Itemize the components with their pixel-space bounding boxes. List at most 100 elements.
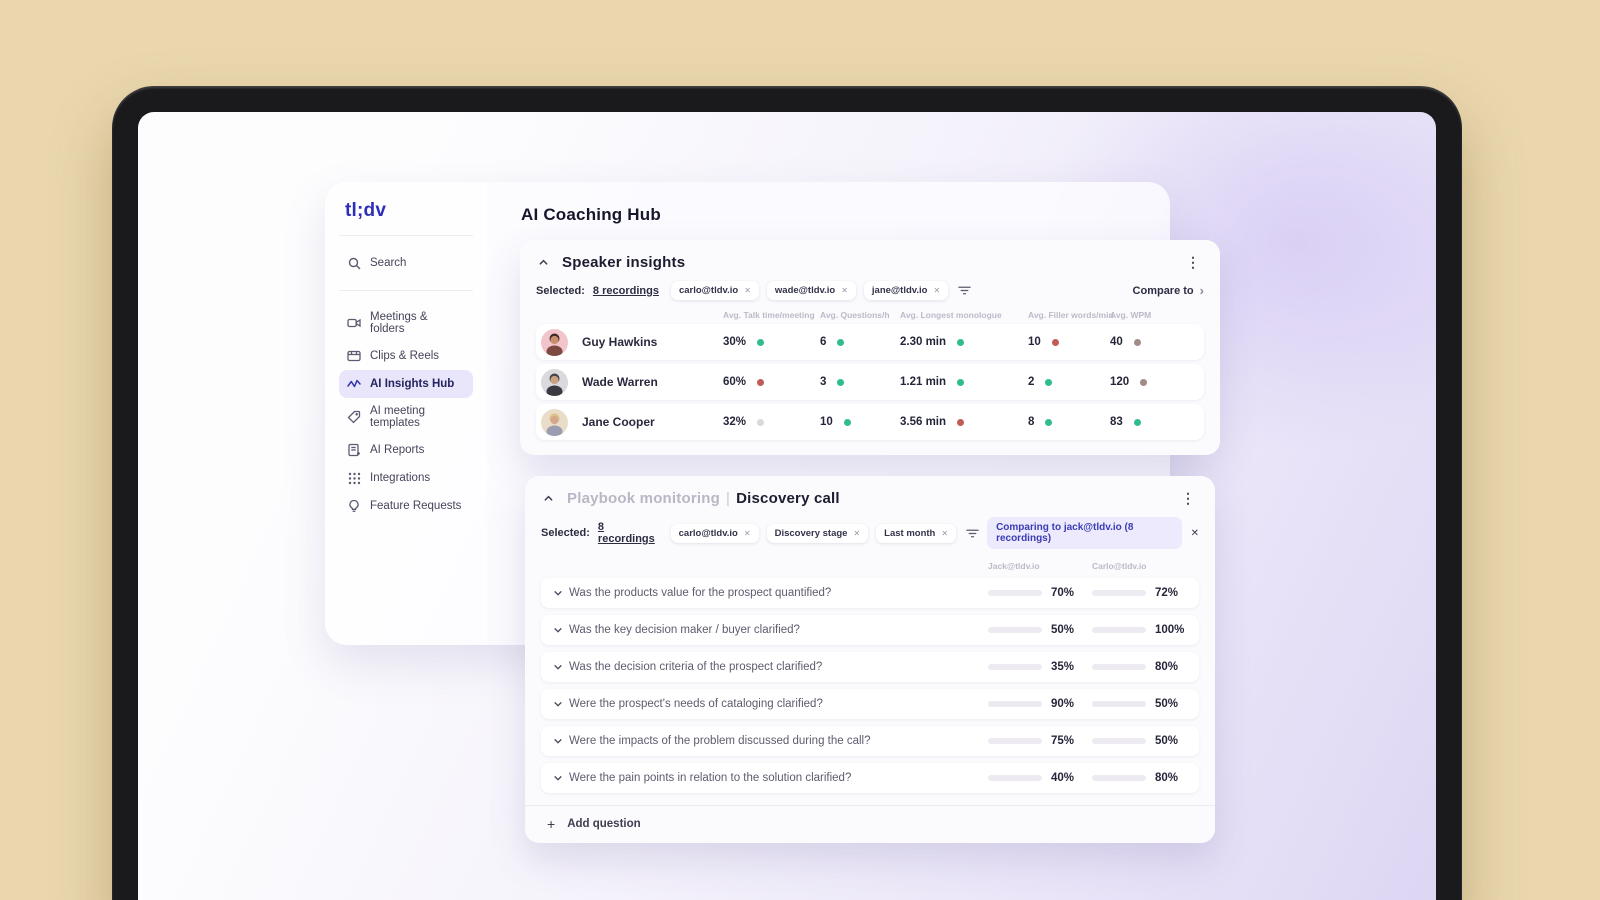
sidebar-item-ai-reports[interactable]: AI Reports [339, 436, 473, 464]
collapse-caret-icon[interactable] [536, 255, 550, 269]
selected-label: Selected: [541, 527, 590, 539]
activity-icon [347, 377, 361, 391]
speaker-name: Jane Cooper [582, 415, 655, 429]
chevron-down-icon[interactable] [541, 699, 567, 709]
chevron-down-icon[interactable] [541, 736, 567, 746]
collapse-caret-icon[interactable] [541, 491, 555, 505]
chip-close-icon[interactable]: ✕ [841, 286, 848, 295]
sidebar-item-ai-insights-hub[interactable]: AI Insights Hub [339, 370, 473, 398]
metric-value: 120 [1110, 376, 1130, 388]
playbook-monitoring-label: Playbook monitoring [567, 489, 720, 507]
progress-value: 80% [1155, 772, 1179, 784]
metric-value: 32% [723, 416, 747, 428]
chip-close-icon[interactable]: ✕ [933, 286, 940, 295]
kebab-menu-icon[interactable]: ⋮ [1182, 253, 1204, 271]
chip-label: wade@tldv.io [774, 285, 836, 296]
search-button[interactable]: Search [339, 249, 473, 277]
playbook-title: Discovery call [736, 489, 840, 507]
playbook-question-row[interactable]: Were the prospect's needs of cataloging … [541, 689, 1199, 719]
progress-bar [988, 701, 1042, 707]
playbook-filter-chip[interactable]: Last month ✕ [876, 523, 957, 543]
chevron-down-icon[interactable] [541, 662, 567, 672]
sidebar-nav: Meetings & folders Clips & Reels AI Insigh… [339, 304, 473, 520]
chevron-down-icon[interactable] [541, 588, 567, 598]
progress-bar [1092, 738, 1146, 744]
chip-label: jane@tldv.io [871, 285, 928, 296]
metric-value: 83 [1110, 416, 1123, 428]
sidebar-item-ai-meeting-templates[interactable]: AI meeting templates [339, 398, 473, 436]
compare-to-button[interactable]: Compare to › [1133, 283, 1204, 298]
speaker-row[interactable]: Guy Hawkins 30% 6 2.30 min 10 40 [536, 324, 1204, 360]
chip-label: carlo@tldv.io [678, 285, 739, 296]
playbook-question-row[interactable]: Was the key decision maker / buyer clari… [541, 615, 1199, 645]
report-icon [347, 443, 361, 457]
sidebar-item-label: AI Insights Hub [370, 378, 455, 390]
question-text: Were the prospect's needs of cataloging … [569, 698, 823, 710]
status-dot [1133, 338, 1141, 346]
playbook-question-rows: Was the products value for the prospect … [541, 578, 1199, 793]
sidebar-item-clips-reels[interactable]: Clips & Reels [339, 342, 473, 370]
selected-recordings-link[interactable]: 8 recordings [598, 521, 659, 545]
chip-label: Last month [884, 527, 936, 539]
metric-value: 60% [723, 376, 747, 388]
speaker-insights-card: Speaker insights ⋮ Selected: 8 recording… [520, 240, 1220, 455]
video-camera-icon [347, 316, 361, 330]
progress-value: 75% [1051, 735, 1075, 747]
chip-close-icon[interactable]: ✕ [744, 529, 751, 538]
chevron-down-icon[interactable] [541, 773, 567, 783]
playbook-filter-chip[interactable]: carlo@tldv.io ✕ [670, 523, 759, 543]
chip-close-icon[interactable]: ✕ [853, 529, 860, 538]
chevron-down-icon[interactable] [541, 625, 567, 635]
speaker-name: Wade Warren [582, 375, 658, 389]
playbook-filter-chip[interactable]: Discovery stage ✕ [766, 523, 869, 543]
speaker-column-headers: Avg. Talk time/meeting Avg. Questions/h Av… [536, 310, 1204, 320]
avatar [541, 408, 568, 436]
speaker-row[interactable]: Wade Warren 60% 3 1.21 min 2 120 [536, 364, 1204, 400]
sidebar-item-label: Meetings & folders [370, 311, 428, 335]
comparing-chip[interactable]: Comparing to jack@tldv.io (8 recordings) [987, 517, 1182, 549]
sidebar-item-label: AI Reports [370, 444, 425, 456]
metric-value: 3 [820, 376, 827, 388]
filter-icon[interactable] [958, 285, 971, 296]
speaker-row[interactable]: Jane Cooper 32% 10 3.56 min 8 83 [536, 404, 1204, 440]
sidebar-item-label: Feature Requests [370, 500, 462, 512]
chip-close-icon[interactable]: ✕ [744, 286, 751, 295]
add-question-button[interactable]: + Add question [541, 816, 1199, 832]
playbook-question-row[interactable]: Was the products value for the prospect … [541, 578, 1199, 608]
clapperboard-icon [347, 349, 361, 363]
speaker-filter-chip[interactable]: carlo@tldv.io ✕ [670, 281, 759, 300]
progress-value: 50% [1051, 624, 1075, 636]
column-header: Avg. Questions/h [820, 310, 890, 320]
sidebar-item-integrations[interactable]: Integrations [339, 464, 473, 492]
sidebar-item-feature-requests[interactable]: Feature Requests [339, 492, 473, 520]
status-dot [843, 418, 851, 426]
speaker-filter-chip[interactable]: jane@tldv.io ✕ [863, 281, 949, 300]
playbook-question-row[interactable]: Were the pain points in relation to the … [541, 763, 1199, 793]
plus-icon: + [547, 816, 556, 832]
filter-icon[interactable] [966, 528, 979, 539]
selected-label: Selected: [536, 284, 585, 297]
lightbulb-icon [347, 499, 361, 513]
progress-bar [988, 775, 1042, 781]
status-dot [757, 338, 765, 346]
playbook-question-row[interactable]: Were the impacts of the problem discusse… [541, 726, 1199, 756]
playbook-question-row[interactable]: Was the decision criteria of the prospec… [541, 652, 1199, 682]
selected-recordings-link[interactable]: 8 recordings [593, 285, 659, 297]
kebab-menu-icon[interactable]: ⋮ [1177, 489, 1199, 507]
chip-label: Discovery stage [774, 527, 848, 539]
divider [525, 805, 1215, 806]
progress-bar [1092, 590, 1146, 596]
avatar [541, 368, 568, 396]
search-label: Search [370, 257, 407, 269]
sidebar-item-meetings-folders[interactable]: Meetings & folders [339, 304, 473, 342]
comparing-close-icon[interactable]: ✕ [1191, 528, 1199, 539]
chip-close-icon[interactable]: ✕ [941, 529, 948, 538]
metric-value: 10 [820, 416, 833, 428]
template-icon [347, 410, 361, 424]
add-question-label: Add question [567, 818, 641, 830]
speaker-filter-chip[interactable]: wade@tldv.io ✕ [766, 281, 856, 300]
metric-value: 10 [1028, 336, 1041, 348]
speaker-name: Guy Hawkins [582, 335, 658, 349]
page-title: AI Coaching Hub [521, 205, 661, 224]
metric-value: 3.56 min [900, 416, 947, 428]
